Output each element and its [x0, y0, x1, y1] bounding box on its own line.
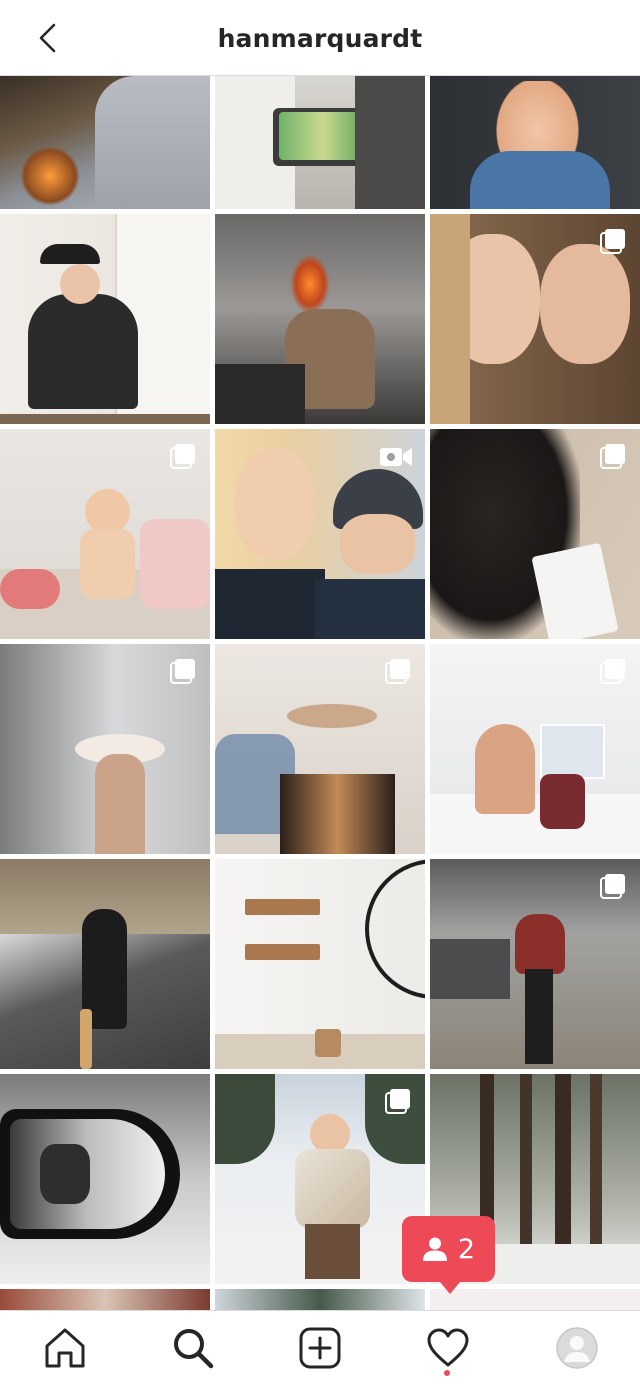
tab-profile[interactable] — [549, 1323, 605, 1373]
back-button[interactable] — [28, 18, 68, 58]
grid-post[interactable] — [0, 1289, 210, 1310]
activity-unread-dot — [444, 1370, 450, 1376]
multiple-photos-icon — [385, 1089, 410, 1114]
grid-post[interactable] — [215, 76, 425, 209]
grid-post[interactable] — [0, 1074, 210, 1284]
multiple-photos-icon — [600, 874, 625, 899]
tab-search[interactable] — [165, 1323, 221, 1373]
grid-post[interactable] — [430, 644, 640, 854]
profile-username: hanmarquardt — [217, 23, 423, 53]
activity-notification-badge[interactable]: 2 — [402, 1216, 495, 1294]
activity-heart-icon — [427, 1328, 469, 1367]
multiple-photos-icon — [170, 444, 195, 469]
grid-post[interactable] — [215, 1289, 425, 1310]
multiple-photos-icon — [600, 659, 625, 684]
multiple-photos-icon — [600, 444, 625, 469]
tab-activity[interactable] — [420, 1323, 476, 1373]
grid-post[interactable] — [215, 644, 425, 854]
bottom-tab-bar — [0, 1310, 640, 1386]
top-bar: hanmarquardt — [0, 0, 640, 76]
grid-post[interactable] — [215, 429, 425, 639]
multiple-photos-icon — [170, 659, 195, 684]
grid-post[interactable] — [430, 76, 640, 209]
grid-post[interactable] — [430, 859, 640, 1069]
grid-post[interactable] — [430, 429, 640, 639]
multiple-photos-icon — [600, 229, 625, 254]
grid-post[interactable] — [0, 214, 210, 424]
multiple-photos-icon — [385, 659, 410, 684]
chevron-left-icon — [39, 23, 56, 53]
grid-post[interactable] — [430, 214, 640, 424]
grid-post[interactable] — [0, 76, 210, 209]
grid-post[interactable] — [0, 859, 210, 1069]
profile-avatar — [556, 1327, 598, 1369]
search-icon — [174, 1329, 214, 1369]
grid-post[interactable] — [215, 859, 425, 1069]
grid-post[interactable] — [0, 644, 210, 854]
grid-post[interactable] — [430, 1289, 640, 1310]
post-thumbnail — [215, 1289, 425, 1310]
tab-new-post[interactable] — [292, 1323, 348, 1373]
post-thumbnail — [0, 1289, 210, 1310]
home-icon — [45, 1328, 85, 1368]
post-thumbnail — [430, 1289, 640, 1310]
video-camera-icon — [380, 448, 412, 466]
grid-post[interactable] — [215, 214, 425, 424]
person-icon — [422, 1237, 447, 1261]
new-post-icon — [299, 1327, 341, 1369]
grid-post[interactable] — [215, 1074, 425, 1284]
tab-home[interactable] — [37, 1323, 93, 1373]
notification-count: 2 — [457, 1233, 476, 1265]
grid-post[interactable] — [0, 429, 210, 639]
